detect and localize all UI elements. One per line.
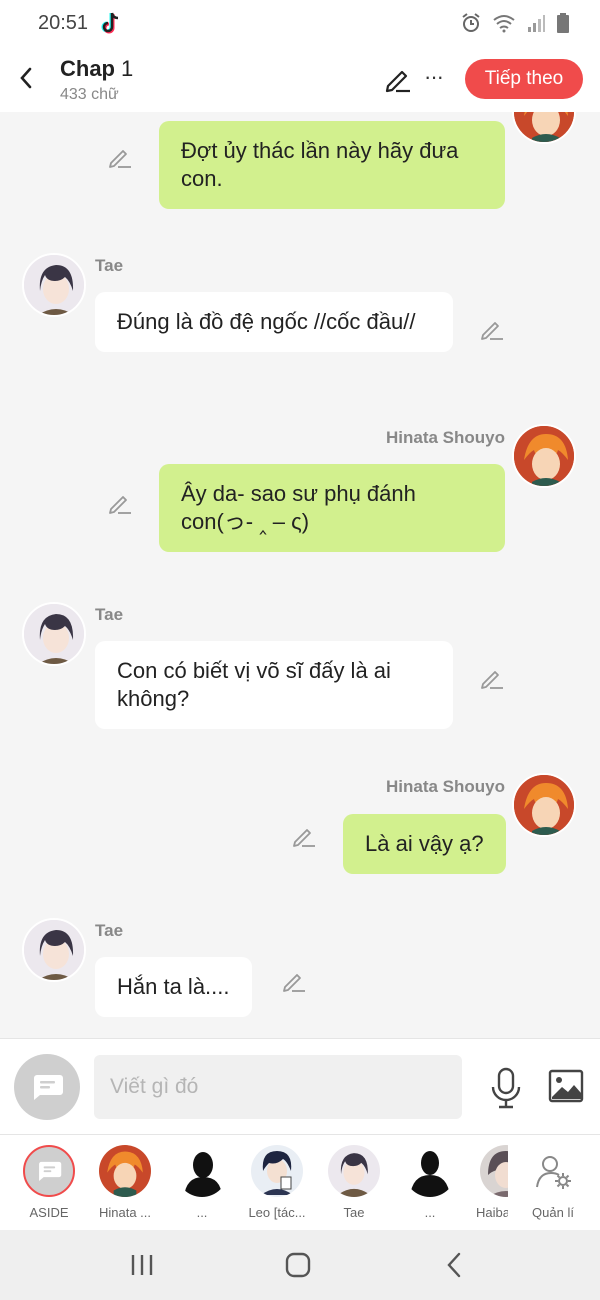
message-bubble[interactable]: Là ai vậy ạ? — [343, 814, 506, 874]
chat-area[interactable]: Đợt ủy thác lần này hãy đưa con. Tae Đún… — [0, 112, 600, 1038]
message-bubble[interactable]: Đợt ủy thác lần này hãy đưa con. — [159, 121, 505, 209]
system-nav-bar — [0, 1230, 600, 1300]
avatar-hinata[interactable] — [512, 112, 576, 144]
wifi-icon — [493, 15, 515, 33]
home-icon[interactable] — [278, 1250, 318, 1280]
back-button[interactable] — [8, 58, 44, 98]
manage-characters-icon-wrap — [527, 1145, 579, 1197]
microphone-icon[interactable] — [488, 1067, 524, 1109]
edit-chapter-icon[interactable] — [383, 64, 413, 94]
edit-message-icon[interactable] — [479, 316, 505, 342]
tae-avatar-image — [339, 1153, 369, 1197]
user-settings-icon — [536, 1156, 571, 1189]
status-icons — [460, 12, 570, 34]
status-bar: 20:51 — [0, 0, 600, 48]
avatar-tae[interactable] — [22, 253, 86, 317]
edit-message-icon[interactable] — [291, 823, 317, 849]
avatar-tae[interactable] — [22, 602, 86, 666]
message-input[interactable] — [94, 1055, 462, 1119]
haiba-avatar-image — [488, 1151, 508, 1197]
battery-icon — [557, 13, 569, 33]
leo-avatar-image — [261, 1151, 293, 1195]
status-time: 20:51 — [38, 12, 89, 34]
hinata-avatar-image — [514, 775, 574, 835]
message-bubble[interactable]: Hắn ta là.... — [95, 957, 252, 1017]
character-tae[interactable]: Tae — [318, 1145, 390, 1227]
character-label: ... — [196, 1205, 208, 1220]
next-chapter-button[interactable]: Tiếp theo — [465, 59, 583, 99]
sender-name: Tae — [95, 256, 124, 275]
character-aside[interactable]: ASIDE — [13, 1145, 85, 1227]
chapter-title: Chap 1 — [60, 56, 133, 82]
image-icon[interactable] — [548, 1069, 584, 1103]
avatar-hinata[interactable] — [512, 424, 576, 488]
chapter-number: 1 — [121, 56, 134, 81]
aside-toggle-button[interactable] — [14, 1054, 80, 1120]
chat-bubble-icon — [39, 1161, 62, 1181]
more-options-icon[interactable]: ··· — [424, 62, 450, 92]
tae-avatar — [328, 1145, 380, 1197]
character-unknown-1[interactable]: ... — [166, 1145, 238, 1227]
chevron-left-icon — [20, 67, 32, 89]
signal-icon — [528, 15, 545, 32]
hinata-avatar — [99, 1145, 151, 1197]
chat-bubble-icon — [34, 1075, 63, 1100]
character-label: ASIDE — [29, 1205, 69, 1220]
character-bar: ASIDE Hinata ... ... Leo [tác... Tae ...… — [0, 1134, 600, 1230]
message-bubble[interactable]: Đúng là đồ đệ ngốc //cốc đầu// — [95, 292, 453, 352]
character-label: Haiba — [476, 1205, 508, 1220]
character-label: Quản lí — [532, 1205, 574, 1220]
edit-message-icon[interactable] — [107, 490, 133, 516]
word-count: 433 chữ — [60, 86, 119, 103]
sender-name: Tae — [95, 605, 124, 624]
silhouette-avatar — [176, 1145, 228, 1197]
character-haiba[interactable]: Haiba — [470, 1145, 508, 1227]
app-bar: Chap 1 433 chữ ··· Tiếp theo — [0, 48, 600, 112]
sender-name: Tae — [95, 921, 124, 940]
character-label: Tae — [343, 1205, 365, 1220]
haiba-avatar — [480, 1145, 508, 1197]
person-silhouette-icon — [410, 1151, 450, 1197]
tae-avatar-image — [24, 920, 84, 980]
character-label: Leo [tác... — [248, 1205, 306, 1220]
character-manage-button[interactable]: Quản lí — [517, 1145, 589, 1227]
character-label: ... — [424, 1205, 436, 1220]
silhouette-avatar — [404, 1145, 456, 1197]
tiktok-icon — [101, 12, 119, 34]
leo-avatar — [251, 1145, 303, 1197]
recent-apps-icon[interactable] — [122, 1250, 162, 1280]
character-hinata[interactable]: Hinata ... — [89, 1145, 161, 1227]
message-bubble[interactable]: Con có biết vị võ sĩ đấy là ai không? — [95, 641, 453, 729]
edit-message-icon[interactable] — [479, 665, 505, 691]
avatar-tae[interactable] — [22, 918, 86, 982]
person-silhouette-icon — [184, 1152, 222, 1197]
back-nav-icon[interactable] — [435, 1250, 475, 1280]
character-unknown-2[interactable]: ... — [394, 1145, 466, 1227]
sender-name: Hinata Shouyo — [385, 428, 505, 447]
hinata-avatar-image — [107, 1151, 143, 1197]
character-label: Hinata ... — [98, 1205, 152, 1220]
edit-message-icon[interactable] — [281, 968, 307, 994]
hinata-avatar-image — [514, 112, 574, 142]
edit-message-icon[interactable] — [107, 144, 133, 170]
sender-name: Hinata Shouyo — [385, 777, 505, 796]
tae-avatar-image — [24, 255, 84, 315]
hinata-avatar-image — [514, 426, 574, 486]
tae-avatar-image — [24, 604, 84, 664]
alarm-icon — [462, 13, 480, 32]
character-leo[interactable]: Leo [tác... — [241, 1145, 313, 1227]
message-composer — [0, 1038, 600, 1134]
avatar-hinata[interactable] — [512, 773, 576, 837]
message-bubble[interactable]: Ây da- sao sư phụ đánh con(っ- ‸ – ς) — [159, 464, 505, 552]
aside-avatar — [23, 1145, 75, 1197]
chapter-title-label: Chap — [60, 56, 115, 81]
